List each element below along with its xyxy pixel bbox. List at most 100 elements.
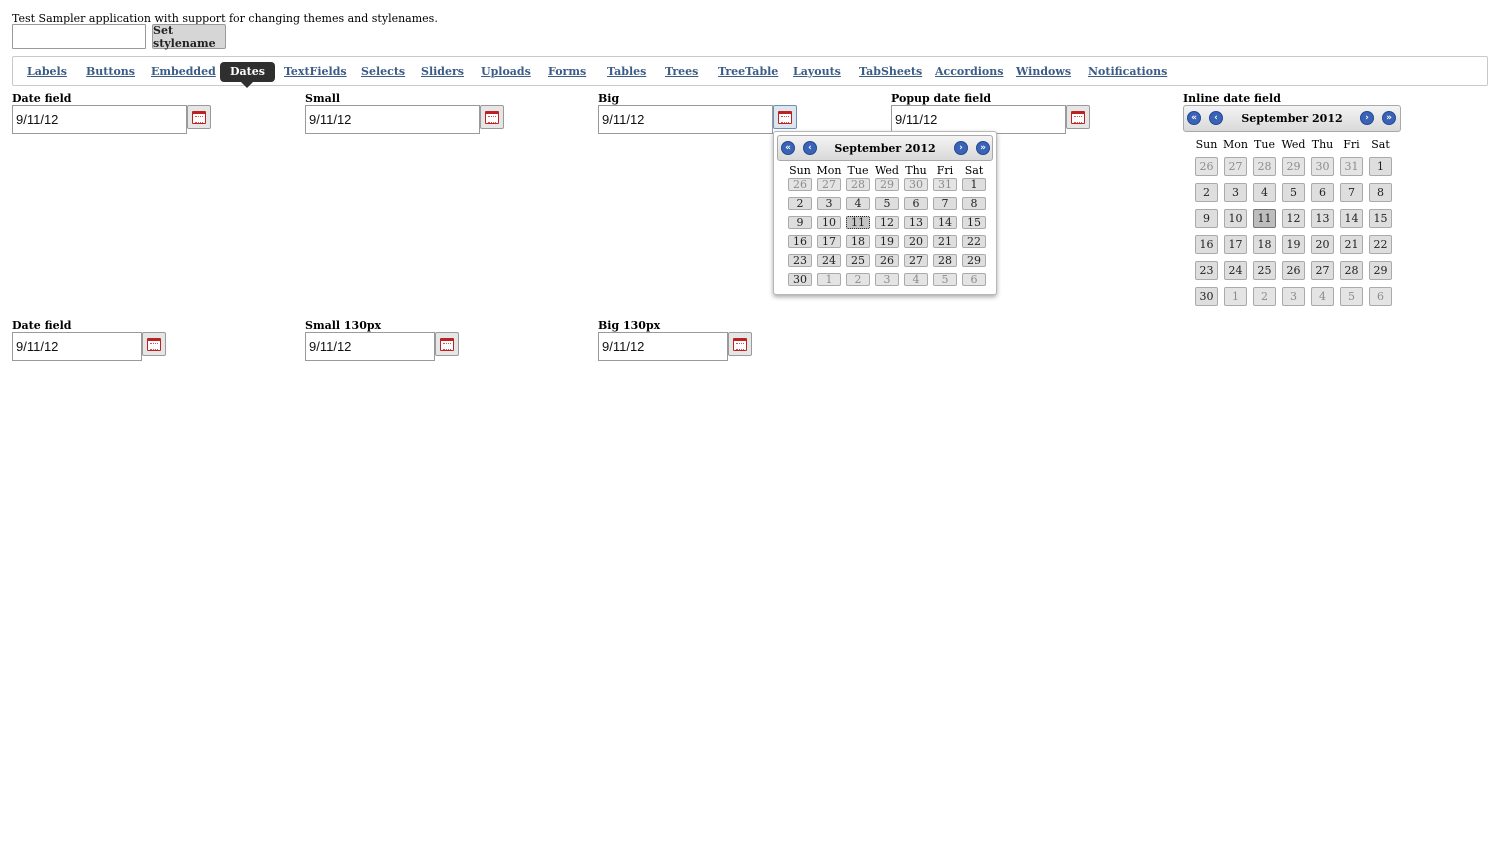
- calendar-day[interactable]: 30: [904, 178, 928, 191]
- calendar-day[interactable]: 2: [1195, 183, 1218, 202]
- calendar-day[interactable]: 24: [1224, 261, 1247, 280]
- big-date-field-input[interactable]: 9/11/12: [598, 105, 773, 134]
- calendar-day[interactable]: 27: [1224, 157, 1247, 176]
- calendar-day[interactable]: 8: [962, 197, 986, 210]
- next-month-icon[interactable]: ›: [954, 141, 968, 155]
- calendar-day[interactable]: 19: [875, 235, 899, 248]
- calendar-day[interactable]: 6: [1369, 287, 1392, 306]
- calendar-day[interactable]: 13: [1311, 209, 1334, 228]
- calendar-day[interactable]: 12: [875, 216, 899, 229]
- calendar-day[interactable]: 19: [1282, 235, 1305, 254]
- prev-year-icon[interactable]: «: [781, 141, 795, 155]
- calendar-day[interactable]: 16: [1195, 235, 1218, 254]
- calendar-day[interactable]: 15: [962, 216, 986, 229]
- calendar-day[interactable]: 25: [846, 254, 870, 267]
- calendar-day[interactable]: 29: [1369, 261, 1392, 280]
- calendar-day[interactable]: 1: [817, 273, 841, 286]
- calendar-day[interactable]: 30: [1311, 157, 1334, 176]
- calendar-day[interactable]: 27: [1311, 261, 1334, 280]
- calendar-day[interactable]: 21: [933, 235, 957, 248]
- nav-item-buttons[interactable]: Buttons: [86, 65, 135, 78]
- calendar-day[interactable]: 22: [962, 235, 986, 248]
- calendar-day[interactable]: 2: [846, 273, 870, 286]
- calendar-day[interactable]: 9: [788, 216, 812, 229]
- calendar-day[interactable]: 26: [875, 254, 899, 267]
- calendar-day[interactable]: 1: [962, 178, 986, 191]
- calendar-day[interactable]: 21: [1340, 235, 1363, 254]
- calendar-day[interactable]: 13: [904, 216, 928, 229]
- calendar-day[interactable]: 2: [788, 197, 812, 210]
- set-stylename-button[interactable]: Set stylename: [152, 24, 226, 50]
- prev-year-icon[interactable]: «: [1187, 111, 1201, 125]
- calendar-day[interactable]: 5: [933, 273, 957, 286]
- calendar-day[interactable]: 6: [1311, 183, 1334, 202]
- nav-item-selects[interactable]: Selects: [361, 65, 405, 78]
- calendar-day[interactable]: 20: [1311, 235, 1334, 254]
- prev-month-icon[interactable]: ‹: [1209, 111, 1223, 125]
- calendar-day[interactable]: 16: [788, 235, 812, 248]
- small-date-field-input[interactable]: 9/11/12: [305, 105, 480, 134]
- date-field-input[interactable]: 9/11/12: [12, 105, 187, 134]
- nav-item-windows[interactable]: Windows: [1016, 65, 1071, 78]
- nav-item-embedded[interactable]: Embedded: [151, 65, 216, 78]
- nav-item-forms[interactable]: Forms: [548, 65, 586, 78]
- calendar-day[interactable]: 3: [817, 197, 841, 210]
- calendar-day[interactable]: 20: [904, 235, 928, 248]
- calendar-day[interactable]: 29: [875, 178, 899, 191]
- nav-item-tables[interactable]: Tables: [607, 65, 646, 78]
- nav-item-sliders[interactable]: Sliders: [421, 65, 464, 78]
- calendar-day[interactable]: 27: [904, 254, 928, 267]
- calendar-day[interactable]: 18: [846, 235, 870, 248]
- calendar-day[interactable]: 6: [904, 197, 928, 210]
- date-field-2-input[interactable]: 9/11/12: [12, 332, 142, 361]
- calendar-day[interactable]: 17: [1224, 235, 1247, 254]
- calendar-day[interactable]: 22: [1369, 235, 1392, 254]
- next-year-icon[interactable]: »: [1382, 111, 1396, 125]
- calendar-day[interactable]: 24: [817, 254, 841, 267]
- calendar-day[interactable]: 30: [1195, 287, 1218, 306]
- calendar-day[interactable]: 4: [1311, 287, 1334, 306]
- date-field-2-calendar-button[interactable]: [142, 332, 166, 356]
- calendar-day[interactable]: 11: [846, 216, 870, 229]
- nav-item-layouts[interactable]: Layouts: [793, 65, 841, 78]
- calendar-day[interactable]: 4: [904, 273, 928, 286]
- calendar-day[interactable]: 29: [1282, 157, 1305, 176]
- calendar-day[interactable]: 30: [788, 273, 812, 286]
- calendar-day[interactable]: 1: [1369, 157, 1392, 176]
- calendar-day[interactable]: 3: [875, 273, 899, 286]
- calendar-day[interactable]: 26: [1282, 261, 1305, 280]
- calendar-day[interactable]: 7: [1340, 183, 1363, 202]
- nav-item-notifications[interactable]: Notifications: [1088, 65, 1167, 78]
- calendar-day[interactable]: 18: [1253, 235, 1276, 254]
- calendar-day[interactable]: 28: [1253, 157, 1276, 176]
- calendar-day[interactable]: 31: [933, 178, 957, 191]
- popup-date-field-input[interactable]: 9/11/12: [891, 105, 1066, 134]
- calendar-day[interactable]: 31: [1340, 157, 1363, 176]
- calendar-day[interactable]: 14: [933, 216, 957, 229]
- calendar-day[interactable]: 11: [1253, 209, 1276, 228]
- big-date-field-calendar-button[interactable]: [773, 105, 797, 129]
- nav-item-tabsheets[interactable]: TabSheets: [859, 65, 922, 78]
- calendar-day[interactable]: 15: [1369, 209, 1392, 228]
- calendar-day[interactable]: 10: [817, 216, 841, 229]
- calendar-day[interactable]: 25: [1253, 261, 1276, 280]
- calendar-day[interactable]: 6: [962, 273, 986, 286]
- calendar-day[interactable]: 5: [1340, 287, 1363, 306]
- stylename-input[interactable]: [12, 24, 146, 49]
- calendar-day[interactable]: 23: [1195, 261, 1218, 280]
- next-year-icon[interactable]: »: [976, 141, 990, 155]
- calendar-day[interactable]: 14: [1340, 209, 1363, 228]
- calendar-day[interactable]: 28: [846, 178, 870, 191]
- small-130-calendar-button[interactable]: [435, 332, 459, 356]
- nav-item-uploads[interactable]: Uploads: [481, 65, 531, 78]
- calendar-day[interactable]: 26: [788, 178, 812, 191]
- calendar-day[interactable]: 5: [875, 197, 899, 210]
- big-130-input[interactable]: 9/11/12: [598, 332, 728, 361]
- calendar-day[interactable]: 4: [1253, 183, 1276, 202]
- small-date-field-calendar-button[interactable]: [480, 105, 504, 129]
- nav-item-treetable[interactable]: TreeTable: [718, 65, 778, 78]
- calendar-day[interactable]: 3: [1282, 287, 1305, 306]
- calendar-day[interactable]: 28: [933, 254, 957, 267]
- nav-item-dates[interactable]: Dates: [220, 62, 275, 88]
- calendar-day[interactable]: 7: [933, 197, 957, 210]
